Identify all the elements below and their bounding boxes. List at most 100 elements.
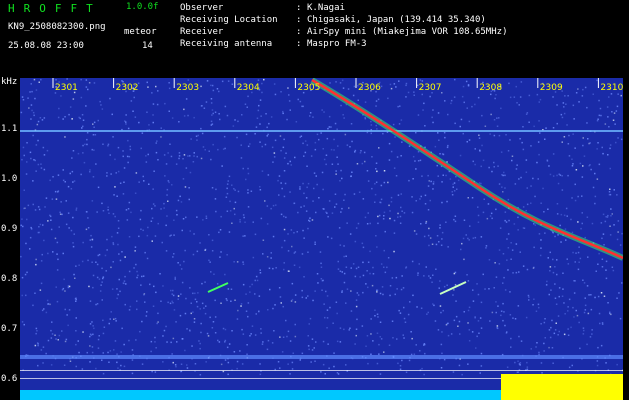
noise-speckle — [291, 368, 294, 370]
noise-speckle — [493, 119, 496, 121]
noise-speckle — [447, 246, 449, 248]
noise-speckle — [477, 320, 480, 322]
noise-speckle — [93, 82, 96, 84]
noise-speckle — [117, 227, 120, 229]
noise-speckle — [120, 351, 122, 353]
noise-speckle — [437, 175, 439, 177]
x-tick-label: 2307 — [419, 83, 442, 93]
noise-speckle — [62, 118, 64, 120]
noise-speckle — [67, 185, 70, 188]
noise-speckle — [131, 372, 134, 375]
noise-speckle — [597, 263, 599, 265]
noise-speckle — [101, 299, 103, 301]
noise-speckle — [589, 164, 591, 166]
noise-speckle — [114, 186, 116, 188]
noise-speckle — [204, 312, 207, 315]
noise-speckle — [170, 289, 172, 292]
noise-speckle — [353, 193, 356, 195]
noise-speckle — [72, 242, 74, 244]
noise-speckle — [474, 163, 476, 166]
noise-speckle — [374, 193, 377, 196]
noise-speckle — [200, 85, 202, 88]
noise-speckle — [467, 237, 469, 240]
noise-speckle — [359, 276, 361, 278]
noise-speckle — [382, 132, 384, 135]
noise-speckle — [199, 308, 201, 310]
noise-speckle — [185, 216, 187, 219]
noise-speckle — [552, 96, 554, 98]
noise-speckle — [503, 171, 505, 174]
noise-speckle — [91, 261, 93, 263]
noise-speckle — [35, 258, 37, 261]
noise-speckle — [362, 246, 365, 249]
noise-speckle — [436, 235, 439, 237]
noise-speckle — [172, 256, 174, 258]
noise-speckle — [617, 231, 619, 233]
noise-speckle — [619, 244, 622, 246]
noise-speckle — [574, 261, 576, 263]
noise-speckle — [583, 155, 586, 157]
noise-speckle — [514, 318, 517, 320]
noise-speckle — [146, 111, 148, 113]
noise-speckle — [396, 288, 398, 290]
info-key-receiver: Receiver — [180, 27, 224, 37]
noise-speckle — [538, 101, 540, 103]
noise-speckle — [452, 294, 454, 296]
noise-speckle — [327, 215, 329, 218]
noise-speckle — [582, 88, 584, 91]
noise-speckle — [283, 268, 285, 271]
noise-speckle — [341, 79, 344, 82]
noise-speckle — [532, 304, 534, 306]
noise-speckle — [309, 115, 311, 117]
noise-speckle — [362, 291, 364, 294]
noise-speckle — [362, 274, 365, 277]
noise-speckle — [266, 135, 268, 137]
noise-speckle — [453, 272, 456, 275]
noise-speckle — [267, 174, 270, 176]
noise-speckle — [354, 240, 357, 243]
noise-speckle — [498, 183, 501, 185]
noise-speckle — [432, 183, 435, 185]
noise-speckle — [208, 234, 210, 236]
noise-speckle — [594, 195, 597, 198]
noise-speckle — [65, 200, 67, 202]
noise-speckle — [616, 363, 618, 366]
noise-speckle — [540, 239, 542, 241]
noise-speckle — [170, 155, 173, 158]
noise-speckle — [140, 228, 142, 230]
noise-speckle — [342, 87, 345, 89]
info-key-location: Receiving Location — [180, 15, 278, 25]
noise-speckle — [389, 217, 391, 220]
noise-speckle — [42, 224, 44, 226]
noise-speckle — [242, 167, 244, 170]
noise-speckle — [37, 231, 40, 234]
noise-speckle — [261, 91, 263, 94]
noise-speckle — [112, 261, 114, 263]
noise-speckle — [72, 150, 75, 152]
noise-speckle — [543, 211, 545, 213]
noise-speckle — [171, 117, 174, 119]
noise-speckle — [301, 296, 304, 299]
noise-speckle — [194, 298, 197, 301]
noise-speckle — [617, 220, 620, 222]
noise-speckle — [99, 290, 102, 292]
noise-speckle — [312, 299, 314, 302]
noise-speckle — [293, 202, 295, 205]
noise-speckle — [60, 201, 62, 203]
noise-speckle — [208, 150, 210, 152]
noise-speckle — [576, 314, 579, 317]
noise-speckle — [294, 323, 296, 326]
noise-speckle — [454, 220, 457, 223]
noise-speckle — [567, 306, 569, 308]
noise-speckle — [61, 289, 64, 291]
noise-speckle — [452, 183, 454, 185]
noise-speckle — [468, 306, 471, 309]
noise-speckle — [227, 373, 229, 376]
noise-speckle — [37, 364, 39, 367]
noise-speckle — [122, 155, 124, 158]
noise-speckle — [82, 152, 84, 154]
noise-speckle — [25, 294, 27, 297]
noise-speckle — [64, 308, 66, 311]
noise-speckle — [530, 145, 532, 147]
noise-speckle — [98, 253, 101, 256]
